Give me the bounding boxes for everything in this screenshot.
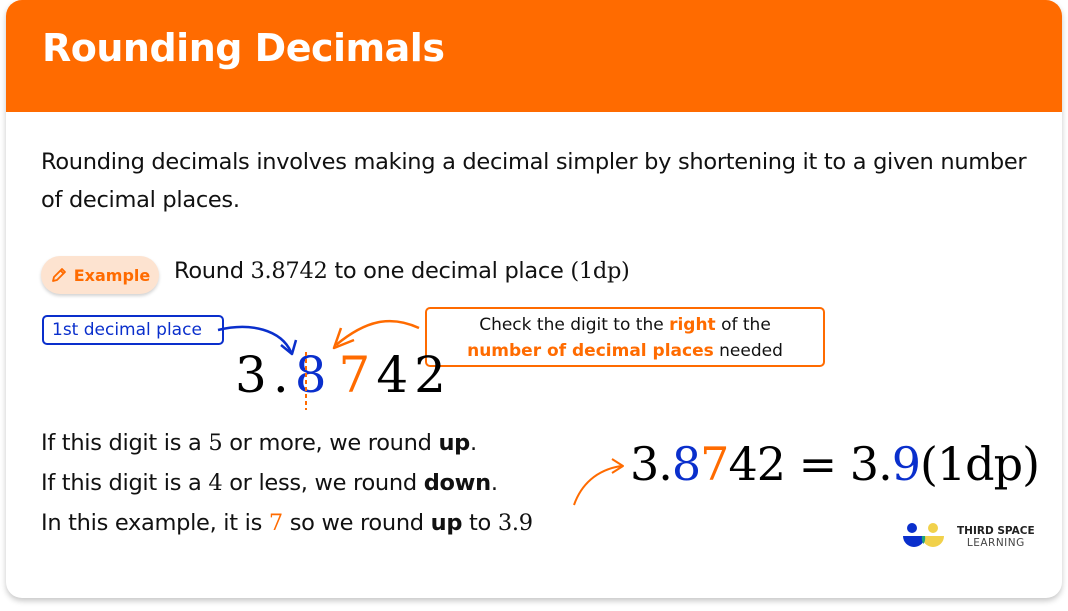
header-bar: Rounding Decimals: [6, 0, 1062, 112]
example-badge: Example: [41, 256, 159, 294]
callout-text: Check the digit to the: [479, 315, 670, 335]
equation-result-digit: 9: [891, 437, 921, 491]
rule-line: In this example, it is 7 so we round up …: [41, 510, 533, 536]
example-badge-label: Example: [73, 265, 151, 285]
logo-line2: LEARNING: [966, 537, 1025, 549]
intro-text: Rounding decimals involves making a deci…: [41, 149, 1027, 213]
logo-icon: [903, 523, 944, 547]
decimal-point: .: [272, 346, 295, 404]
curved-arrow-icon: [573, 465, 622, 506]
orange-arrow-icon: [335, 319, 420, 346]
third-space-learning-logo: THIRD SPACE LEARNING: [901, 522, 1035, 552]
remaining-digits: 42: [376, 346, 452, 404]
equation-check-digit: 7: [700, 437, 729, 491]
example-question: Round 3.8742 to one decimal place (1dp): [174, 258, 630, 284]
integer-part: 3: [235, 346, 273, 404]
check-digit-callout: Check the digit to the right of the numb…: [425, 307, 825, 367]
callout-text: needed: [713, 341, 783, 361]
pencil-icon: [50, 266, 68, 284]
decimal-number-display: 3.8 742: [235, 346, 452, 404]
first-decimal-digit: 8: [294, 346, 333, 404]
callout-text: of the: [715, 315, 771, 335]
lesson-card: Rounding Decimals Rounding decimals invo…: [6, 0, 1062, 598]
question-number: 3.8742: [250, 258, 328, 284]
question-dp: (1dp): [570, 258, 630, 284]
question-suffix: to one decimal place: [327, 258, 571, 284]
equation-first-decimal: 8: [671, 437, 701, 491]
rule-line: If this digit is a 5 or more, we round u…: [41, 430, 477, 456]
logo-line1: THIRD SPACE: [957, 525, 1035, 537]
equation-result-integer: 3.: [849, 437, 893, 491]
equation-rest: 42: [728, 437, 786, 491]
check-digit: 7: [338, 346, 377, 404]
rounding-rules: If this digit is a 5 or more, we round u…: [41, 423, 533, 543]
equation-dp-suffix: (1dp): [919, 437, 1040, 491]
callout-emphasis-right: right: [669, 315, 716, 335]
page-title: Rounding Decimals: [42, 26, 445, 70]
rule-line: If this digit is a 4 or less, we round d…: [41, 470, 498, 496]
curved-arrowhead-icon: [611, 458, 624, 474]
orange-arrowhead-icon: [332, 327, 355, 350]
question-prefix: Round: [174, 258, 251, 284]
callout-emphasis-dp: number of decimal places: [467, 341, 714, 361]
equation-integer: 3.: [630, 437, 673, 491]
result-equation: 3.8742 = 3.9(1dp): [630, 437, 1040, 491]
first-decimal-place-label: 1st decimal place: [42, 315, 224, 345]
equals-sign: =: [785, 437, 850, 491]
